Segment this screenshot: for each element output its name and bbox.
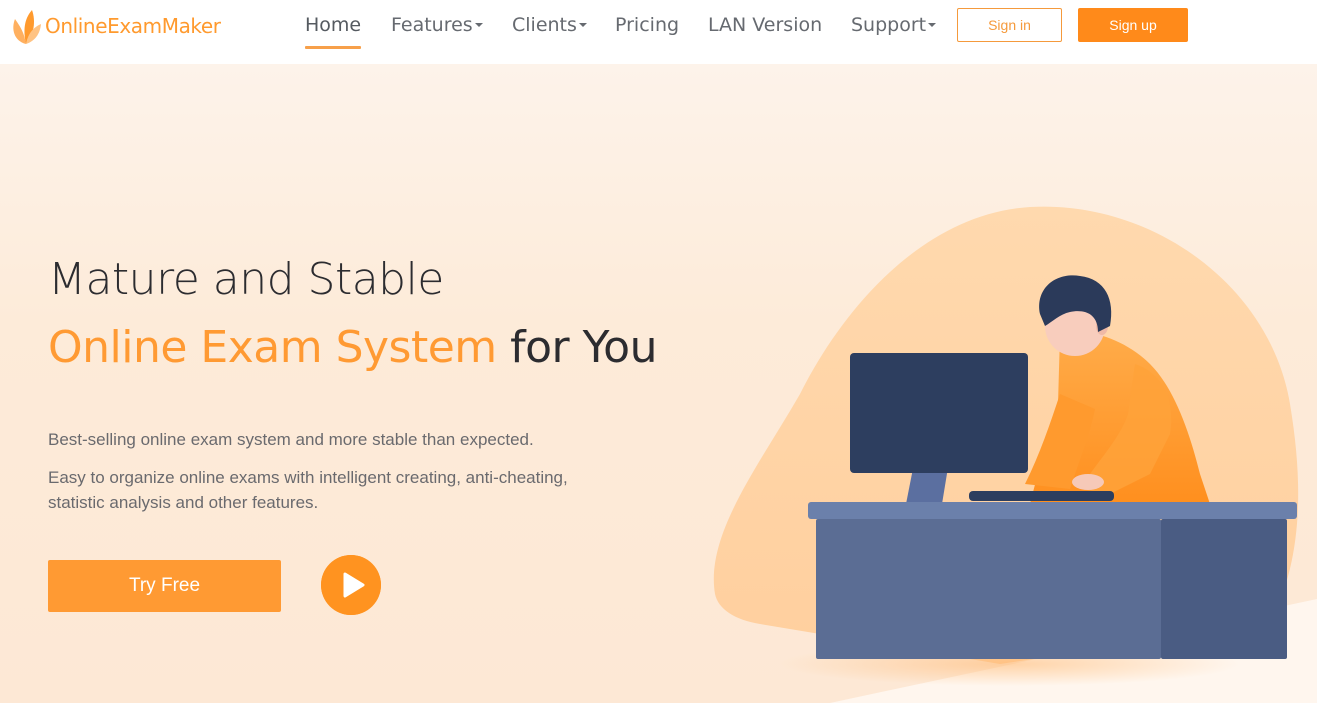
- nav-pricing-label: Pricing: [615, 14, 680, 36]
- hero-description-1: Best-selling online exam system and more…: [48, 430, 534, 449]
- nav-clients[interactable]: Clients: [512, 14, 587, 36]
- nav-support[interactable]: Support: [851, 14, 937, 36]
- caret-down-icon: [578, 22, 587, 27]
- nav-home[interactable]: Home: [305, 14, 361, 36]
- nav-clients-label: Clients: [512, 14, 577, 36]
- hero-headline-rest: for You: [496, 322, 657, 373]
- hero-section: Mature and Stable Online Exam System for…: [0, 64, 1317, 703]
- caret-down-icon: [474, 22, 483, 27]
- nav-lan-version-label: LAN Version: [708, 14, 823, 36]
- hero-headline-line1: Mature and Stable: [48, 254, 444, 305]
- nav-home-label: Home: [305, 14, 362, 36]
- brand-name: OnlineExamMaker: [45, 14, 221, 38]
- try-free-button[interactable]: Try Free: [48, 560, 281, 612]
- hero-headline-accent: Online Exam System: [48, 322, 497, 373]
- nav-features[interactable]: Features: [391, 14, 483, 36]
- top-navigation-bar: OnlineExamMaker Home Features Clients Pr…: [0, 0, 1317, 64]
- nav-lan-version[interactable]: LAN Version: [708, 14, 822, 36]
- nav-support-label: Support: [851, 14, 927, 36]
- hero-description-2: Easy to organize online exams with intel…: [48, 468, 568, 512]
- caret-down-icon: [928, 22, 937, 27]
- brand-logo[interactable]: OnlineExamMaker: [10, 6, 221, 46]
- active-nav-underline: [305, 46, 361, 49]
- play-video-button[interactable]: [321, 555, 381, 615]
- hero-headline-line2: Online Exam System for You: [48, 322, 657, 373]
- nav-pricing[interactable]: Pricing: [615, 14, 679, 36]
- play-icon: [321, 555, 381, 615]
- nav-features-label: Features: [391, 14, 473, 36]
- sign-in-button[interactable]: Sign in: [957, 8, 1062, 42]
- leaf-logo-icon: [13, 10, 41, 44]
- sign-up-button[interactable]: Sign up: [1078, 8, 1188, 42]
